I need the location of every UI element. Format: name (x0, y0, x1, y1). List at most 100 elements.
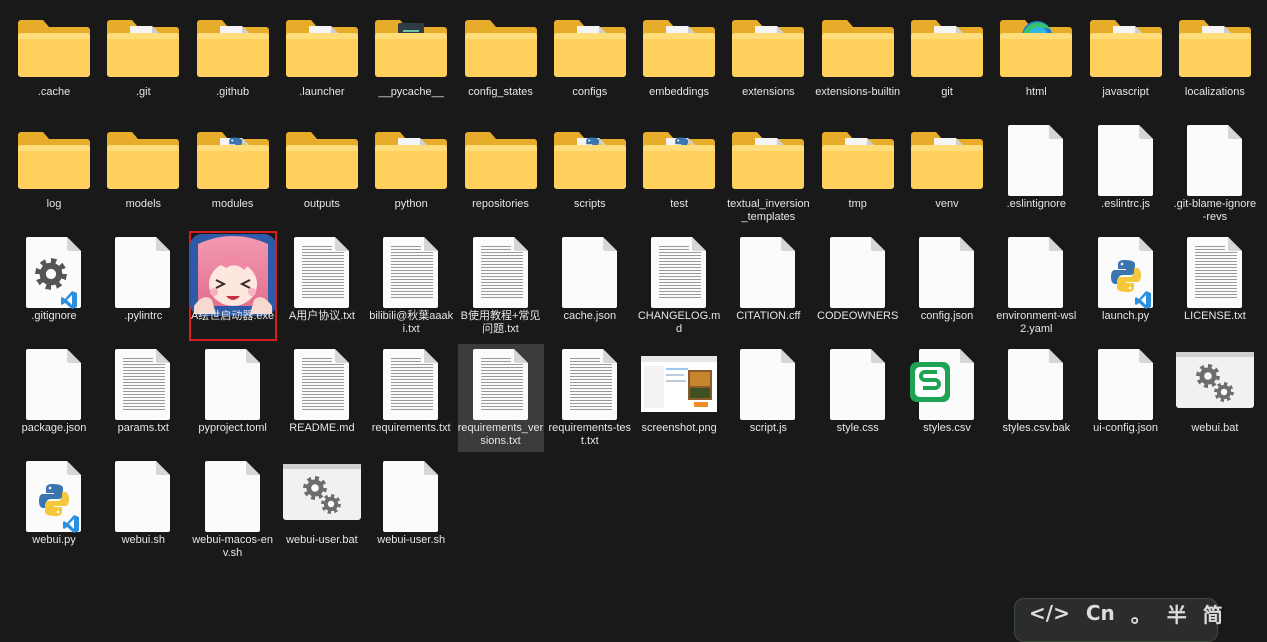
file-item[interactable]: B使用教程+常见问题.txt (458, 232, 544, 340)
folder-icon (283, 124, 361, 194)
folder-item[interactable]: embeddings (636, 8, 722, 116)
folder-item[interactable]: venv (904, 120, 990, 228)
file-item[interactable]: ui-config.json (1083, 344, 1169, 452)
item-label: requirements.txt (371, 422, 451, 434)
folder-item[interactable]: extensions-builtin (815, 8, 901, 116)
ime-width-mode[interactable]: 半 (1167, 599, 1187, 628)
folder-icon (1087, 12, 1165, 82)
text-file-icon (1176, 236, 1254, 308)
folder-item[interactable]: outputs (279, 120, 365, 228)
text-file-icon (462, 348, 540, 420)
ime-language[interactable]: Cn (1086, 601, 1115, 625)
file-item[interactable]: bilibili@秋葉aaaki.txt (368, 232, 454, 340)
file-item[interactable]: webui.py (11, 456, 97, 564)
file-item[interactable]: A用户协议.txt (279, 232, 365, 340)
file-item[interactable]: LICENSE.txt (1172, 232, 1258, 340)
file-item[interactable]: environment-wsl2.yaml (993, 232, 1079, 340)
file-grid: .cache .git .github .launcher __pycache_… (11, 8, 1261, 568)
file-item[interactable]: .eslintrc.js (1083, 120, 1169, 228)
ime-code-symbol[interactable]: </> (1029, 601, 1070, 625)
folder-item[interactable]: tmp (815, 120, 901, 228)
folder-icon (283, 12, 361, 82)
item-label: .eslintrc.js (1101, 198, 1151, 210)
folder-item[interactable]: extensions (725, 8, 811, 116)
text-file-icon (283, 348, 361, 420)
file-icon (194, 460, 272, 532)
folder-item[interactable]: configs (547, 8, 633, 116)
folder-icon (997, 12, 1075, 82)
file-item[interactable]: package.json (11, 344, 97, 452)
file-icon (997, 236, 1075, 308)
file-item[interactable]: .git-blame-ignore-revs (1172, 120, 1258, 228)
file-item[interactable]: CHANGELOG.md (636, 232, 722, 340)
file-item[interactable]: webui-user.sh (368, 456, 454, 564)
file-item[interactable]: README.md (279, 344, 365, 452)
item-label: .pylintrc (124, 310, 163, 322)
ime-toolbar[interactable]: </> Cn 。 半 简 (1014, 598, 1223, 642)
file-item[interactable]: webui.bat (1172, 344, 1258, 452)
item-label: LICENSE.txt (1184, 310, 1246, 322)
item-label: scripts (573, 198, 606, 210)
file-item[interactable]: .gitignore (11, 232, 97, 340)
file-item[interactable]: CITATION.cff (725, 232, 811, 340)
folder-item[interactable]: .github (190, 8, 276, 116)
item-label: B使用教程+常见问题.txt (460, 310, 541, 335)
folder-item[interactable]: python (368, 120, 454, 228)
file-item[interactable]: screenshot.png (636, 344, 722, 452)
file-item[interactable]: webui-user.bat (279, 456, 365, 564)
file-item[interactable]: styles.csv.bak (993, 344, 1079, 452)
folder-item[interactable]: javascript (1083, 8, 1169, 116)
folder-item[interactable]: log (11, 120, 97, 228)
folder-item[interactable]: git (904, 8, 990, 116)
ime-punctuation[interactable]: 。 (1131, 599, 1151, 628)
ime-script[interactable]: 简 (1203, 599, 1223, 628)
file-item[interactable]: requirements-test.txt (547, 344, 633, 452)
folder-item[interactable]: config_states (458, 8, 544, 116)
file-item[interactable]: script.js (725, 344, 811, 452)
folder-item[interactable]: textual_inversion_templates (725, 120, 811, 228)
file-item[interactable]: params.txt (100, 344, 186, 452)
file-item[interactable]: cache.json (547, 232, 633, 340)
folder-icon (640, 12, 718, 82)
folder-icon (1176, 12, 1254, 82)
folder-item[interactable]: modules (190, 120, 276, 228)
file-item[interactable]: .pylintrc (100, 232, 186, 340)
file-item[interactable]: requirements.txt (368, 344, 454, 452)
folder-item[interactable]: repositories (458, 120, 544, 228)
file-item[interactable]: .eslintignore (993, 120, 1079, 228)
text-file-icon (462, 236, 540, 308)
file-item[interactable]: styles.csv (904, 344, 990, 452)
folder-item[interactable]: __pycache__ (368, 8, 454, 116)
file-item[interactable]: config.json (904, 232, 990, 340)
item-label: extensions (742, 86, 795, 98)
folder-item[interactable]: html (993, 8, 1079, 116)
folder-icon (640, 124, 718, 194)
folder-item[interactable]: .git (100, 8, 186, 116)
folder-icon (194, 124, 272, 194)
item-label: CODEOWNERS (817, 310, 899, 322)
file-item[interactable]: requirements_versions.txt (457, 344, 544, 452)
folder-item[interactable]: models (100, 120, 186, 228)
file-item[interactable]: webui.sh (100, 456, 186, 564)
item-label: extensions-builtin (815, 86, 901, 98)
folder-item[interactable]: .cache (11, 8, 97, 116)
file-item[interactable]: CODEOWNERS (815, 232, 901, 340)
item-label: webui-user.sh (377, 534, 446, 546)
file-item[interactable]: launch.py (1083, 232, 1169, 340)
folder-item[interactable]: .launcher (279, 8, 365, 116)
file-item[interactable]: style.css (815, 344, 901, 452)
file-item[interactable]: pyproject.toml (190, 344, 276, 452)
item-label: .git (135, 86, 151, 98)
file-item[interactable]: webui-macos-env.sh (190, 456, 276, 564)
folder-item[interactable]: localizations (1172, 8, 1258, 116)
folder-item[interactable]: test (636, 120, 722, 228)
config-file-icon (15, 236, 93, 309)
file-item[interactable]: A绘世启动器.exe (188, 231, 277, 341)
item-label: configs (572, 86, 608, 98)
item-label: environment-wsl2.yaml (996, 310, 1077, 335)
item-label: javascript (1102, 86, 1149, 98)
item-label: venv (935, 198, 959, 210)
item-label: config_states (468, 86, 533, 98)
folder-item[interactable]: scripts (547, 120, 633, 228)
item-label: requirements_versions.txt (457, 422, 544, 447)
